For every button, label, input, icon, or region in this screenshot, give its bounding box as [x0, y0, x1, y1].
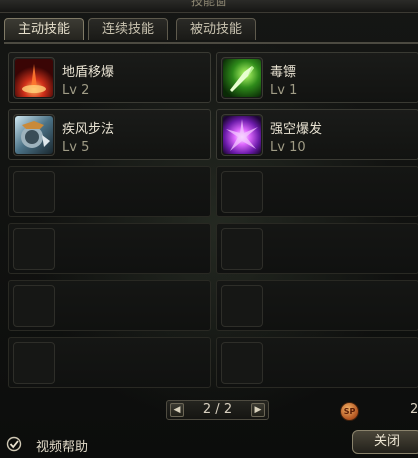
tab-active-skills[interactable]: 主动技能 — [4, 18, 84, 40]
video-help-label: 视频帮助 — [36, 440, 89, 455]
triangle-left-icon: ◀ — [173, 405, 181, 415]
tab-combo-skills[interactable]: 连续技能 — [88, 18, 168, 40]
poison-dart-icon — [221, 57, 263, 99]
empty-skill-slot — [8, 280, 211, 331]
empty-icon-frame — [13, 171, 55, 213]
skill-name: 地盾移爆 — [62, 65, 115, 80]
empty-icon-frame — [221, 171, 263, 213]
skill-slot[interactable]: 地盾移爆 Lv 2 — [8, 52, 211, 103]
void-burst-icon — [221, 114, 263, 156]
empty-icon-frame — [221, 342, 263, 384]
skill-level: Lv 5 — [62, 140, 90, 155]
empty-skill-slot — [216, 223, 418, 274]
skill-slot[interactable]: 疾风步法 Lv 5 — [8, 109, 211, 160]
empty-icon-frame — [221, 228, 263, 270]
skill-window: 技能窗 主动技能 连续技能 被动技能 地盾移爆 Lv 2 毒镖 Lv 1 疾风步… — [0, 0, 418, 458]
skill-slot[interactable]: 强空爆发 Lv 10 — [216, 109, 418, 160]
empty-skill-slot — [8, 223, 211, 274]
prev-page-button[interactable]: ◀ — [170, 403, 184, 417]
page-indicator: 2 / 2 — [202, 402, 233, 417]
earth-shield-icon — [13, 57, 55, 99]
empty-skill-slot — [216, 166, 418, 217]
window-title: 技能窗 — [190, 0, 227, 8]
skill-slot[interactable]: 毒镖 Lv 1 — [216, 52, 418, 103]
tab-passive-skills[interactable]: 被动技能 — [176, 18, 256, 40]
tab-divider — [4, 42, 418, 44]
empty-icon-frame — [13, 285, 55, 327]
skill-name: 疾风步法 — [62, 122, 115, 137]
skill-name: 毒镖 — [270, 65, 297, 80]
sp-value: 2 — [410, 402, 418, 417]
pagination: ◀ 2 / 2 ▶ — [166, 400, 269, 420]
empty-icon-frame — [13, 228, 55, 270]
empty-icon-frame — [221, 285, 263, 327]
empty-skill-slot — [8, 337, 211, 388]
gale-step-icon — [13, 114, 55, 156]
empty-skill-slot — [216, 280, 418, 331]
empty-skill-slot — [216, 337, 418, 388]
checkbox-checked-icon[interactable] — [6, 436, 22, 452]
close-button[interactable]: 关闭 — [352, 430, 418, 454]
triangle-right-icon: ▶ — [254, 405, 262, 415]
title-bar[interactable]: 技能窗 — [0, 0, 418, 13]
skill-level: Lv 1 — [270, 83, 298, 98]
empty-skill-slot — [8, 166, 211, 217]
skill-level: Lv 10 — [270, 140, 306, 155]
sp-icon: SP — [340, 402, 359, 421]
next-page-button[interactable]: ▶ — [251, 403, 265, 417]
skill-level: Lv 2 — [62, 83, 90, 98]
empty-icon-frame — [13, 342, 55, 384]
skill-name: 强空爆发 — [270, 122, 323, 137]
